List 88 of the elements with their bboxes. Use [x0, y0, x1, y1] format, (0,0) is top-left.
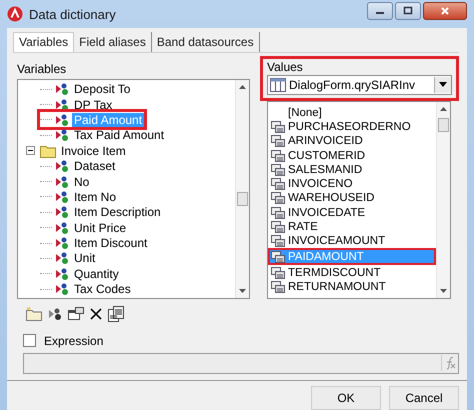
- scrollbar[interactable]: [436, 102, 450, 298]
- field-icon: [271, 280, 285, 293]
- field-icon: [271, 250, 285, 263]
- scroll-up-icon[interactable]: [239, 84, 246, 88]
- tree-item[interactable]: Item No: [40, 189, 118, 204]
- document-icon: [108, 306, 124, 322]
- folder-icon: [40, 144, 56, 158]
- cancel-button[interactable]: Cancel: [389, 386, 459, 410]
- tab[interactable]: Field aliases: [74, 32, 152, 52]
- datasource-dropdown[interactable]: DialogForm.qrySIARInv: [267, 74, 452, 94]
- variable-icon: [55, 174, 69, 189]
- field-icon: [271, 266, 285, 279]
- scrollbar[interactable]: [235, 80, 249, 298]
- maximize-button[interactable]: [395, 2, 421, 20]
- tree-item[interactable]: Unit Price: [40, 220, 128, 236]
- field-icon: [271, 120, 285, 133]
- tree-item[interactable]: Tax Codes: [40, 282, 133, 297]
- expression-label: Expression: [44, 334, 104, 348]
- variable-icon: [55, 98, 69, 112]
- variable-icon: [55, 282, 69, 296]
- new-folder-button[interactable]: [25, 304, 43, 322]
- app-logo-icon: [7, 6, 23, 22]
- variable-icon: [55, 82, 69, 96]
- field-icon: [271, 235, 285, 248]
- scroll-thumb[interactable]: [438, 118, 449, 132]
- value-item[interactable]: [None]: [268, 106, 436, 120]
- field-icon: [271, 221, 285, 234]
- variable-icon: [55, 251, 69, 266]
- tree-item[interactable]: DP Tax: [40, 97, 114, 112]
- collapse-icon[interactable]: [26, 146, 35, 156]
- value-item[interactable]: INVOICEDATE: [268, 206, 436, 220]
- variable-icon: [55, 159, 69, 174]
- tree-item[interactable]: Item Description: [40, 204, 163, 220]
- tree-item[interactable]: Dataset: [40, 158, 118, 174]
- tree-item[interactable]: Item Discount: [40, 236, 150, 251]
- variable-icon: [55, 128, 69, 142]
- maximize-icon: [403, 6, 413, 16]
- value-item[interactable]: INVOICENO: [268, 176, 436, 192]
- field-icon: [271, 150, 285, 162]
- field-icon: [271, 192, 285, 204]
- expression-field[interactable]: [23, 352, 459, 374]
- variable-icon: [55, 190, 69, 204]
- scroll-down-icon[interactable]: [440, 288, 447, 292]
- field-icon: [271, 164, 285, 176]
- variable-icon: [55, 236, 69, 250]
- edit-button[interactable]: [67, 304, 85, 322]
- window-icon: [68, 306, 84, 320]
- dropdown-arrow-icon: [439, 82, 447, 87]
- close-button[interactable]: [423, 2, 467, 20]
- ok-button[interactable]: OK: [311, 386, 381, 410]
- tree-item[interactable]: Deposit To: [40, 82, 132, 97]
- value-item[interactable]: CUSTOMERID: [268, 148, 436, 163]
- field-icon: [271, 206, 285, 219]
- delete-icon: [90, 308, 102, 320]
- variable-icon: [55, 220, 69, 235]
- field-icon: [271, 135, 285, 148]
- document-button[interactable]: [107, 304, 125, 322]
- close-icon: [440, 6, 450, 16]
- field-icon: [271, 178, 285, 190]
- tree-item[interactable]: Unit: [40, 250, 98, 266]
- folder-icon: [26, 306, 42, 320]
- values-label: Values: [267, 58, 304, 74]
- value-item[interactable]: ARINVOICEID: [268, 134, 436, 148]
- variable-icon: [48, 306, 62, 320]
- variable-icon: [55, 205, 69, 220]
- variable-icon: [55, 266, 69, 281]
- tree-item[interactable]: No: [40, 174, 92, 190]
- value-item[interactable]: INVOICEAMOUNT: [268, 234, 436, 248]
- tree-item[interactable]: Tax Paid Amount: [40, 128, 166, 143]
- minimize-button[interactable]: [367, 2, 393, 20]
- value-item[interactable]: PURCHASEORDERNO: [268, 120, 436, 134]
- scroll-up-icon[interactable]: [440, 106, 447, 110]
- scroll-thumb[interactable]: [237, 192, 248, 206]
- variable-icon: [55, 112, 69, 127]
- value-item[interactable]: SALESMANID: [268, 162, 436, 177]
- expression-checkbox[interactable]: [23, 334, 36, 347]
- tree-item[interactable]: Invoice Item: [26, 143, 128, 158]
- table-icon: [270, 78, 286, 92]
- value-item[interactable]: WAREHOUSEID: [268, 191, 436, 206]
- scroll-down-icon[interactable]: [239, 288, 246, 292]
- value-item[interactable]: TERMDISCOUNT: [268, 265, 436, 280]
- value-item[interactable]: RETURNAMOUNT: [268, 280, 436, 294]
- tab[interactable]: Band datasources: [152, 32, 260, 52]
- tab[interactable]: Variables: [13, 32, 74, 52]
- tree-item[interactable]: Quantity: [40, 266, 121, 282]
- window-title: Data dictionary: [29, 6, 116, 22]
- value-item[interactable]: RATE: [268, 220, 436, 234]
- variables-label: Variables: [17, 60, 68, 76]
